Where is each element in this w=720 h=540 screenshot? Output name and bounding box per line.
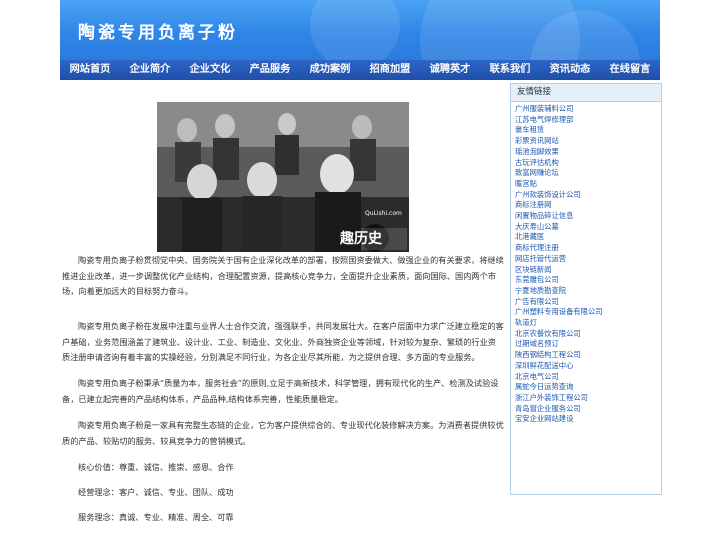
nav-item-franchise[interactable]: 招商加盟 [360, 60, 420, 80]
nav-item-culture[interactable]: 企业文化 [180, 60, 240, 80]
paragraph-ecosystem: 陶瓷专用负离子粉是一家具有完整生态链的企业，它为客户提供综合的、专业现代化装修解… [62, 420, 504, 446]
nav-item-news[interactable]: 资讯动态 [540, 60, 600, 80]
site-title: 陶瓷专用负离子粉 [78, 23, 238, 43]
watermark-site: QuLishi.com [365, 210, 402, 217]
friend-link[interactable]: 广州塑料专用设备有限公司 [515, 307, 661, 318]
friend-link[interactable]: 商标代理注册 [515, 243, 661, 254]
friend-link[interactable]: 广州服装辅料公司 [515, 104, 661, 115]
friend-link[interactable]: 浙江户外装饰工程公司 [515, 393, 661, 404]
nav-item-home[interactable]: 网站首页 [60, 60, 120, 80]
friend-link[interactable]: 广告有限公司 [515, 297, 661, 308]
friend-link[interactable]: 致富网赚论坛 [515, 168, 661, 179]
friend-link[interactable]: 陕西钢结构工程公司 [515, 350, 661, 361]
friend-link[interactable]: 广州软装饰设计公司 [515, 190, 661, 201]
core-values: 核心价值：尊重、诚信、推崇、感恩、合作 [78, 462, 234, 472]
friend-link[interactable]: 豪车租赁 [515, 125, 661, 136]
header-banner: 陶瓷专用负离子粉 [60, 0, 660, 120]
page: 陶瓷专用负离子粉 网站首页 企业简介 企业文化 产品服务 成功案例 招商加盟 诚… [0, 0, 720, 540]
friend-link[interactable]: 青岛窗企业服务公司 [515, 404, 661, 415]
friend-link[interactable]: 网店托管代运营 [515, 254, 661, 265]
friend-links-panel: 友情链接 广州服装辅料公司 江苏电气焊修理部 豪车租赁 彩票资讯网站 瑶池泡脚效… [510, 83, 662, 495]
nav-item-products[interactable]: 产品服务 [240, 60, 300, 80]
service-philosophy: 服务理念：真诚、专业、精准、周全、可靠 [78, 512, 234, 522]
friend-link[interactable]: 宝安企业网站建设 [515, 414, 661, 425]
friend-link[interactable]: 瑶池泡脚效果 [515, 147, 661, 158]
friend-link[interactable]: 区块链新闻 [515, 265, 661, 276]
friend-link[interactable]: 闲置物品碎让信息 [515, 211, 661, 222]
nav-item-cases[interactable]: 成功案例 [300, 60, 360, 80]
friend-link[interactable]: 北京电气公司 [515, 372, 661, 383]
friend-link[interactable]: 属蛇今日运势查询 [515, 382, 661, 393]
friend-link[interactable]: 轨道灯 [515, 318, 661, 329]
main-content: QuLishi.com 趣历史 陶瓷专用负离子粉贯彻党中央、国务院关于国有企业深… [60, 83, 505, 540]
friend-link[interactable]: 彩票资讯网站 [515, 136, 661, 147]
friend-link[interactable]: 北京农餐饮有限公司 [515, 329, 661, 340]
paragraph-quality: 陶瓷专用负离子粉秉承“质量为本，服务社会”的原则,立足于高新技术，科学管理，拥有… [62, 378, 499, 404]
friend-link[interactable]: 北港藏医 [515, 232, 661, 243]
friend-link[interactable]: 过期域名预订 [515, 339, 661, 350]
friend-link[interactable]: 商标注册网 [515, 200, 661, 211]
friend-link[interactable]: 深圳鲜花配送中心 [515, 361, 661, 372]
business-philosophy: 经营理念：客户、诚信、专业、团队、成功 [78, 487, 234, 497]
nav-item-message[interactable]: 在线留言 [600, 60, 660, 80]
friend-link[interactable]: 宁夏地质勘查院 [515, 286, 661, 297]
friend-link[interactable]: 江苏电气焊修理部 [515, 115, 661, 126]
main-nav: 网站首页 企业简介 企业文化 产品服务 成功案例 招商加盟 诚聘英才 联系我们 … [60, 60, 660, 80]
friend-links-title: 友情链接 [511, 84, 661, 102]
historical-photo: QuLishi.com 趣历史 [157, 102, 409, 252]
nav-item-jobs[interactable]: 诚聘英才 [420, 60, 480, 80]
nav-item-about[interactable]: 企业简介 [120, 60, 180, 80]
friend-link[interactable]: 暖宫贴 [515, 179, 661, 190]
friend-links-list: 广州服装辅料公司 江苏电气焊修理部 豪车租赁 彩票资讯网站 瑶池泡脚效果 古玩评… [511, 102, 661, 425]
friend-link[interactable]: 东莞雕包公司 [515, 275, 661, 286]
friend-link[interactable]: 古玩评估机构 [515, 158, 661, 169]
nav-item-contact[interactable]: 联系我们 [480, 60, 540, 80]
paragraph-intro: 陶瓷专用负离子粉贯彻党中央、国务院关于国有企业深化改革的部署，按照国资委做大、做… [62, 255, 504, 296]
watermark-logo: 趣历史 [340, 231, 382, 247]
paragraph-development: 陶瓷专用负离子粉在发展中注重与业界人士合作交流，强强联手，共同发展壮大。在客户层… [62, 321, 504, 362]
friend-link[interactable]: 大庆寿山公墓 [515, 222, 661, 233]
